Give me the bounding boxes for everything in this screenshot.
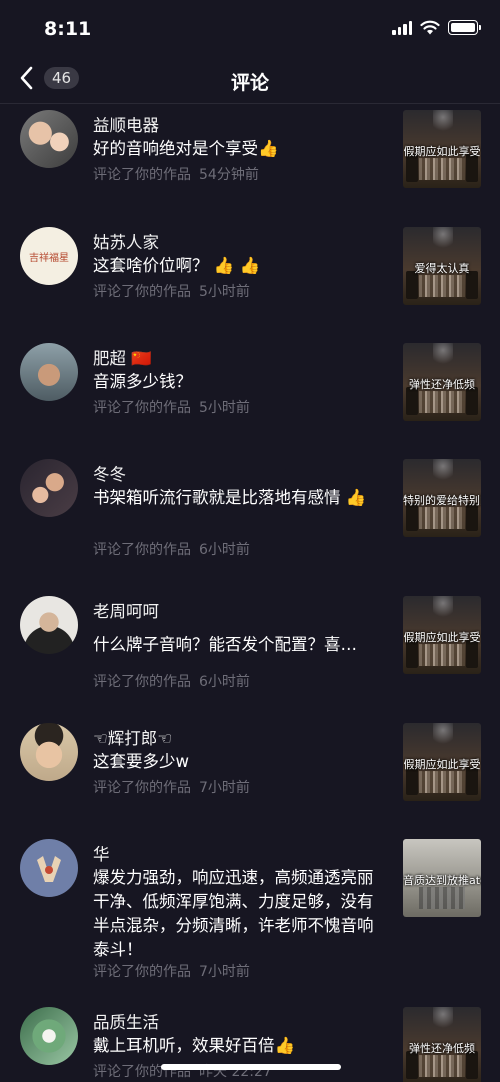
- comment-text: 书架箱听流行歌就是比落地有感情 👍: [93, 488, 367, 507]
- comment-action: 评论了你的作品: [93, 400, 191, 416]
- comment-item[interactable]: 益顺电器 好的音响绝对是个享受👍 评论了你的作品 54分钟前 假期应如此享受: [0, 105, 500, 222]
- commenter-name[interactable]: 姑苏人家: [93, 229, 159, 253]
- comment-item[interactable]: 吉祥福星 姑苏人家 这套啥价位啊？ 👍 👍 评论了你的作品 5小时前 爱得太认真: [0, 222, 500, 338]
- commenter-name[interactable]: 华: [93, 841, 110, 865]
- video-thumbnail[interactable]: 假期应如此享受: [403, 723, 481, 801]
- thumbnail-caption: 特别的爱给特别的你: [403, 494, 481, 507]
- page-title: 评论: [230, 72, 269, 94]
- nav-bar: 46 评论: [0, 56, 500, 104]
- avatar-illustration: [37, 856, 61, 882]
- comment-action: 评论了你的作品: [93, 964, 191, 980]
- comment-text: 好的音响绝对是个享受👍: [93, 139, 279, 158]
- comment-meta: 评论了你的作品 5小时前: [93, 397, 250, 417]
- comment-action: 评论了你的作品: [93, 167, 191, 183]
- comment-meta: 评论了你的作品 7小时前: [93, 961, 250, 981]
- video-thumbnail[interactable]: 弹性还净低频: [403, 1007, 481, 1082]
- signal-icon: [392, 20, 412, 35]
- comment-text: 戴上耳机听，效果好百倍👍: [93, 1036, 296, 1055]
- video-thumbnail[interactable]: 爱得太认真: [403, 227, 481, 305]
- commenter-name[interactable]: ☜辉打郎☜: [93, 725, 172, 749]
- thumbnail-caption: 弹性还净低频: [409, 378, 475, 391]
- commenter-name[interactable]: 品质生活: [93, 1009, 159, 1033]
- comment-action: 评论了你的作品: [93, 780, 191, 796]
- video-thumbnail[interactable]: 特别的爱给特别的你: [403, 459, 481, 537]
- comment-time: 6小时前: [199, 542, 250, 558]
- avatar[interactable]: [20, 596, 78, 654]
- commenter-name[interactable]: 肥超 🇨🇳: [93, 345, 152, 369]
- thumbnail-caption: 假期应如此享受: [403, 631, 481, 644]
- commenter-name[interactable]: 益顺电器: [93, 112, 159, 136]
- comment-item[interactable]: 冬冬 书架箱听流行歌就是比落地有感情 👍 评论了你的作品 6小时前 特别的爱给特别…: [0, 454, 500, 591]
- status-icons: [392, 20, 481, 35]
- thumbnail-caption: 爱得太认真: [414, 262, 470, 275]
- comment-time: 7小时前: [199, 964, 250, 980]
- avatar[interactable]: [20, 459, 78, 517]
- battery-icon: [448, 20, 481, 35]
- comment-time: 5小时前: [199, 284, 250, 300]
- thumbnail-caption: 假期应如此享受: [403, 758, 481, 771]
- comment-meta: 评论了你的作品 7小时前: [93, 777, 250, 797]
- avatar[interactable]: [20, 723, 78, 781]
- comment-item[interactable]: 肥超 🇨🇳 音源多少钱？ 评论了你的作品 5小时前 弹性还净低频: [0, 338, 500, 454]
- video-thumbnail[interactable]: 假期应如此享受: [403, 110, 481, 188]
- comment-text: 爆发力强劲，响应迅速，高频通透亮丽干净、低频浑厚饱满、力度足够，没有半点混杂，分…: [93, 868, 374, 959]
- comment-text: 这套要多少w: [93, 752, 189, 771]
- commenter-name[interactable]: 冬冬: [93, 461, 126, 485]
- avatar[interactable]: 吉祥福星: [20, 227, 78, 285]
- status-time: 8:11: [44, 18, 92, 40]
- comment-action: 评论了你的作品: [93, 542, 191, 558]
- comment-text: 音源多少钱？: [93, 372, 192, 391]
- comment-text: 这套啥价位啊？ 👍 👍: [93, 256, 261, 275]
- comment-time: 7小时前: [199, 780, 250, 796]
- comment-text: 什么牌子音响？能否发个配置？喜…: [93, 635, 357, 654]
- comment-meta: 评论了你的作品 5小时前: [93, 281, 250, 301]
- comment-meta: 评论了你的作品 6小时前: [93, 539, 250, 559]
- thumbnail-caption: 音质达到放推atc40: [403, 874, 481, 887]
- comment-item[interactable]: 老周呵呵 什么牌子音响？能否发个配置？喜… 评论了你的作品 6小时前 假期应如此享…: [0, 591, 500, 718]
- thumbnail-caption: 弹性还净低频: [409, 1042, 475, 1055]
- video-thumbnail[interactable]: 假期应如此享受: [403, 596, 481, 674]
- comment-action: 评论了你的作品: [93, 284, 191, 300]
- comment-action: 评论了你的作品: [93, 674, 191, 690]
- thumbnail-caption: 假期应如此享受: [403, 145, 481, 158]
- comment-meta: 评论了你的作品 54分钟前: [93, 164, 259, 184]
- wifi-icon: [420, 20, 440, 35]
- comment-meta: 评论了你的作品 6小时前: [93, 671, 250, 691]
- comment-time: 5小时前: [199, 400, 250, 416]
- home-indicator[interactable]: [161, 1064, 341, 1070]
- comment-time: 6小时前: [199, 674, 250, 690]
- commenter-name[interactable]: 老周呵呵: [93, 598, 159, 622]
- status-bar: 8:11: [0, 0, 500, 60]
- comment-item[interactable]: 品质生活 戴上耳机听，效果好百倍👍 评论了你的作品 昨天 22:27 弹性还净低频: [0, 1002, 500, 1082]
- video-thumbnail[interactable]: 弹性还净低频: [403, 343, 481, 421]
- avatar-text: 吉祥福星: [29, 252, 69, 264]
- comment-item[interactable]: ☜辉打郎☜ 这套要多少w 评论了你的作品 7小时前 假期应如此享受: [0, 718, 500, 834]
- avatar[interactable]: [20, 110, 78, 168]
- comment-item[interactable]: 华 爆发力强劲，响应迅速，高频通透亮丽干净、低频浑厚饱满、力度足够，没有半点混杂…: [0, 834, 500, 1002]
- avatar[interactable]: [20, 839, 78, 897]
- avatar[interactable]: [20, 343, 78, 401]
- video-thumbnail[interactable]: 音质达到放推atc40: [403, 839, 481, 917]
- avatar[interactable]: [20, 1007, 78, 1065]
- comment-time: 54分钟前: [199, 167, 259, 183]
- comment-list: 益顺电器 好的音响绝对是个享受👍 评论了你的作品 54分钟前 假期应如此享受 吉祥…: [0, 105, 500, 1082]
